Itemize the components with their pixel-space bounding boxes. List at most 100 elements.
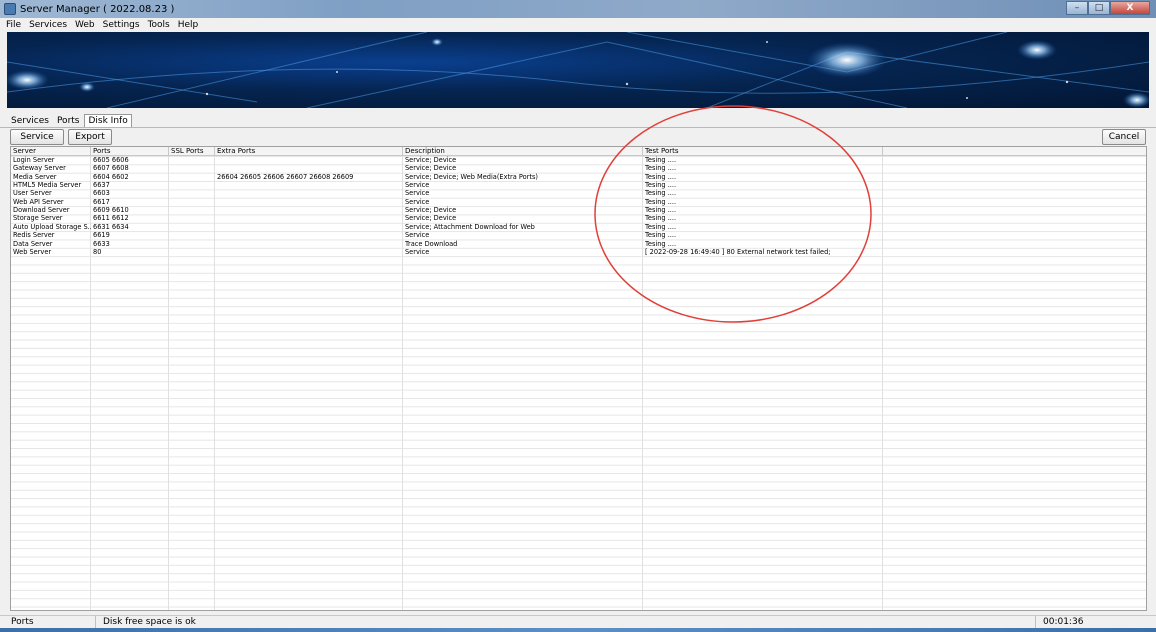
- menu-services[interactable]: Services: [29, 20, 67, 30]
- col-ports[interactable]: Ports: [91, 147, 169, 156]
- app-icon: [4, 3, 16, 15]
- cell-ssl-ports: [169, 181, 215, 189]
- tab-disk-info[interactable]: Disk Info: [84, 114, 132, 127]
- cell-test-ports: Tesing ....: [645, 164, 677, 173]
- cell-ssl-ports: [169, 164, 215, 172]
- col-extra-ports[interactable]: Extra Ports: [215, 147, 403, 156]
- cell-server: User Server: [13, 189, 52, 198]
- cell-description: Service: [405, 247, 430, 256]
- cell-ssl-ports: [169, 231, 215, 239]
- cell-test-ports: Tesing ....: [645, 231, 677, 240]
- table-row[interactable]: HTML5 Media Server 6637 Service Tesing ....: [11, 181, 1146, 190]
- cell-description: Service: [405, 189, 430, 198]
- cell-extra-ports: [215, 231, 403, 239]
- cell-server: Redis Server: [13, 231, 55, 240]
- banner-graphic: [7, 32, 1149, 108]
- cell-test-ports: Tesing ....: [645, 206, 677, 215]
- table-row[interactable]: Download Server 6609 6610 Service; Device T…: [11, 206, 1146, 215]
- table-row[interactable]: Login Server 6605 6606 Service; Device Tesi…: [11, 156, 1146, 164]
- cell-description: Service; Device: [405, 156, 457, 164]
- cell-description: Service: [405, 181, 430, 190]
- cell-ssl-ports: [169, 156, 215, 164]
- cell-description: Service; Device: [405, 164, 457, 173]
- menu-settings[interactable]: Settings: [103, 20, 140, 30]
- close-button[interactable]: X: [1110, 1, 1150, 15]
- cell-test-ports: Tesing ....: [645, 222, 677, 231]
- cell-test-ports: Tesing ....: [645, 156, 677, 164]
- cell-server: Web API Server: [13, 197, 64, 206]
- cell-server: Login Server: [13, 156, 55, 164]
- menu-web[interactable]: Web: [75, 20, 95, 30]
- cell-ports: 6637: [93, 181, 110, 190]
- table-row[interactable]: Gateway Server 6607 6608 Service; Device Te…: [11, 164, 1146, 173]
- table-row[interactable]: User Server 6603 Service Tesing ....: [11, 189, 1146, 198]
- cell-ports: 6617: [93, 197, 110, 206]
- cell-description: Service; Device: [405, 214, 457, 223]
- service-config-button[interactable]: Service Config: [10, 129, 64, 156]
- col-server[interactable]: Server: [11, 147, 91, 156]
- cell-ports: 6605 6606: [93, 156, 129, 164]
- cell-description: Service; Attachment Download for Web: [405, 222, 535, 231]
- cell-ssl-ports: [169, 206, 215, 214]
- cell-server: Download Server: [13, 206, 70, 215]
- cell-extra-ports: [215, 240, 403, 248]
- export-button[interactable]: Export: [68, 129, 112, 145]
- title-bar: Server Manager ( 2022.08.23 ) – □ X: [0, 0, 1156, 18]
- table-row[interactable]: Storage Server 6611 6612 Service; Device Te…: [11, 214, 1146, 223]
- cell-ports: 6603: [93, 189, 110, 198]
- minimize-button[interactable]: –: [1066, 1, 1088, 15]
- table-row[interactable]: Data Server 6633 Trace Download Tesing ....: [11, 239, 1146, 248]
- cell-ports: 6631 6634: [93, 222, 129, 231]
- table-row[interactable]: Web API Server 6617 Service Tesing ....: [11, 197, 1146, 206]
- cell-ports: 6633: [93, 239, 110, 248]
- cell-extra-ports: [215, 223, 403, 231]
- cell-test-ports: Tesing ....: [645, 189, 677, 198]
- table-row[interactable]: Redis Server 6619 Service Tesing ....: [11, 231, 1146, 240]
- col-test-ports[interactable]: Test Ports: [643, 147, 883, 156]
- cell-description: Service: [405, 197, 430, 206]
- cell-server: Media Server: [13, 172, 57, 181]
- table-row[interactable]: Auto Upload Storage S... 6631 6634 Service…: [11, 222, 1146, 231]
- table-header: Server Ports SSL Ports Extra Ports Descr…: [11, 147, 1146, 156]
- cell-extra-ports: [215, 156, 403, 164]
- cell-ports: 6611 6612: [93, 214, 129, 223]
- cell-description: Service; Device: [405, 206, 457, 215]
- table-row[interactable]: Media Server 6604 6602 26604 26605 26606 2…: [11, 172, 1146, 181]
- cell-ssl-ports: [169, 223, 215, 231]
- cell-extra-ports: [215, 248, 403, 256]
- cell-server: HTML5 Media Server: [13, 181, 82, 190]
- table-row[interactable]: Web Server 80 Service [ 2022-09-28 16:49:40…: [11, 247, 1146, 256]
- cell-ssl-ports: [169, 240, 215, 248]
- cell-server: Web Server: [13, 247, 52, 256]
- menu-tools[interactable]: Tools: [148, 20, 170, 30]
- cell-description: Trace Download: [405, 239, 458, 248]
- tab-ports[interactable]: Ports: [54, 115, 83, 127]
- cell-description: Service; Device; Web Media(Extra Ports): [405, 172, 538, 181]
- cell-extra-ports: [215, 198, 403, 206]
- menu-file[interactable]: File: [6, 20, 21, 30]
- cell-ports: 6604 6602: [93, 172, 129, 181]
- col-description[interactable]: Description: [403, 147, 643, 156]
- cell-test-ports: Tesing ....: [645, 214, 677, 223]
- cell-server: Gateway Server: [13, 164, 66, 173]
- cell-ports: 6609 6610: [93, 206, 129, 215]
- cell-ssl-ports: [169, 248, 215, 256]
- maximize-button[interactable]: □: [1088, 1, 1110, 15]
- os-taskbar: [0, 628, 1156, 632]
- col-ssl-ports[interactable]: SSL Ports: [169, 147, 215, 156]
- cell-test-ports: Tesing ....: [645, 181, 677, 190]
- cell-ports: 6619: [93, 231, 110, 240]
- window-controls: – □ X: [1066, 1, 1150, 15]
- tab-divider: [0, 127, 1156, 128]
- cell-description: Service: [405, 231, 430, 240]
- tab-services[interactable]: Services: [8, 115, 52, 127]
- menu-help[interactable]: Help: [178, 20, 199, 30]
- cell-test-ports: Tesing ....: [645, 239, 677, 248]
- cell-ssl-ports: [169, 214, 215, 222]
- ports-table[interactable]: Server Ports SSL Ports Extra Ports Descr…: [10, 146, 1147, 611]
- header-banner: [7, 32, 1149, 108]
- cancel-button[interactable]: Cancel: [1102, 129, 1146, 145]
- cell-extra-ports: [215, 181, 403, 189]
- cell-ssl-ports: [169, 173, 215, 181]
- status-bar: Ports Disk free space is ok 00:01:36: [0, 615, 1156, 629]
